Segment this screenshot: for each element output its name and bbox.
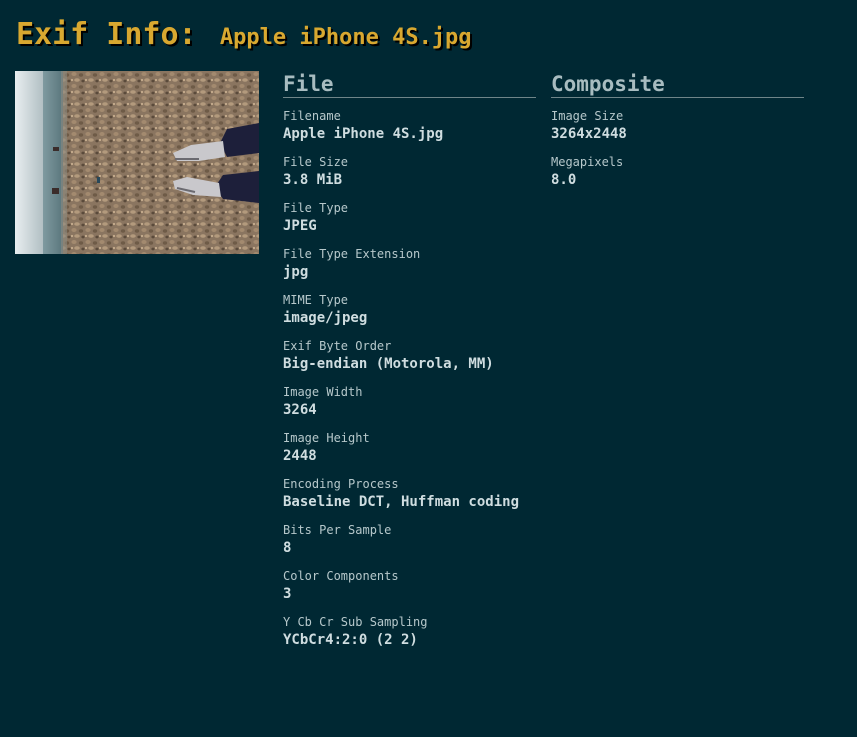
list-item: Filename Apple iPhone 4S.jpg [283, 108, 536, 154]
title-filename: Apple iPhone 4S.jpg [219, 25, 472, 50]
list-item: Exif Byte Order Big-endian (Motorola, MM… [283, 338, 536, 384]
field-label: Encoding Process [283, 477, 399, 491]
field-value: JPEG [283, 218, 317, 234]
field-label: Megapixels [551, 155, 624, 169]
field-label: Exif Byte Order [283, 339, 392, 353]
field-value: Baseline DCT, Huffman coding [283, 494, 520, 510]
list-item: Color Components 3 [283, 568, 536, 614]
field-value: 2448 [283, 448, 317, 464]
photo-thumbnail [15, 71, 259, 254]
field-label: Filename [283, 109, 341, 123]
list-item: Image Height 2448 [283, 430, 536, 476]
field-value: YCbCr4:2:0 (2 2) [283, 632, 418, 648]
page-title: Exif Info: Apple iPhone 4S.jpg [16, 14, 472, 52]
composite-section: Composite Image Size 3264x2448 Megapixel… [551, 71, 804, 200]
field-label: Bits Per Sample [283, 523, 392, 537]
field-value: Apple iPhone 4S.jpg [283, 126, 444, 142]
field-value: jpg [283, 264, 309, 280]
field-value: 3264 [283, 402, 317, 418]
field-value: image/jpeg [283, 310, 368, 326]
field-value: Big-endian (Motorola, MM) [283, 356, 494, 372]
field-label: Image Height [283, 431, 370, 445]
field-label: Color Components [283, 569, 399, 583]
list-item: Encoding Process Baseline DCT, Huffman c… [283, 476, 536, 522]
field-label: File Type [283, 201, 349, 215]
list-item: Image Width 3264 [283, 384, 536, 430]
list-item: MIME Type image/jpeg [283, 292, 536, 338]
list-item: Image Size 3264x2448 [551, 108, 804, 154]
field-label: Image Width [283, 385, 363, 399]
list-item: Megapixels 8.0 [551, 154, 804, 200]
field-label: File Type Extension [283, 247, 421, 261]
list-item: Bits Per Sample 8 [283, 522, 536, 568]
list-item: File Type Extension jpg [283, 246, 536, 292]
title-prefix: Exif Info: [16, 17, 197, 52]
list-item: File Size 3.8 MiB [283, 154, 536, 200]
file-section: File Filename Apple iPhone 4S.jpg File S… [283, 71, 536, 660]
composite-section-heading: Composite [551, 71, 804, 98]
field-label: File Size [283, 155, 349, 169]
field-value: 3.8 MiB [283, 172, 343, 188]
field-value: 3 [283, 586, 292, 602]
list-item: Y Cb Cr Sub Sampling YCbCr4:2:0 (2 2) [283, 614, 536, 660]
field-label: MIME Type [283, 293, 349, 307]
field-label: Image Size [551, 109, 624, 123]
field-label: Y Cb Cr Sub Sampling [283, 615, 428, 629]
field-value: 8 [283, 540, 292, 556]
list-item: File Type JPEG [283, 200, 536, 246]
field-value: 8.0 [551, 172, 577, 188]
field-value: 3264x2448 [551, 126, 627, 142]
file-section-heading: File [283, 71, 536, 98]
